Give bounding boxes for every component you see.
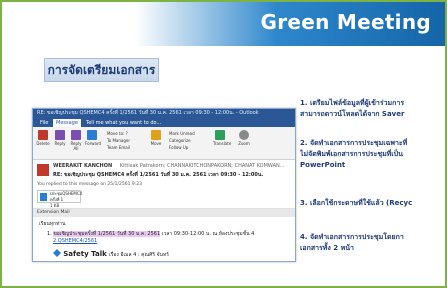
tab-file[interactable]: File [37, 119, 51, 127]
translate-icon [215, 130, 225, 140]
mark-unread-button[interactable]: Mark Unread [169, 131, 195, 136]
attachment[interactable]: ประชุมQSHEMC4 ครั้งที่ 1 1 KB [37, 190, 82, 208]
zoom-button[interactable]: Zoom [237, 130, 251, 146]
avatar [37, 164, 49, 176]
step-4: 4. จัดทำเอกสารการประชุมโดยกา เอกสารทั้ง … [300, 233, 404, 252]
team-email-quickstep[interactable]: Team Email [107, 145, 130, 150]
message-subject: RE: ขอเชิญประชุม QSHEMC4 ครั้งที่ 1/2561… [53, 172, 264, 178]
translate-button[interactable]: Translate [213, 130, 231, 146]
message-sender: WEERAKIT KANCHON Kittisak Patrakorn; CHA… [53, 163, 285, 169]
diamond-icon [53, 249, 61, 259]
slide-header: Green Meeting [2, 2, 445, 46]
delete-icon [38, 130, 48, 140]
forward-icon [87, 130, 97, 140]
reply-all-icon [71, 130, 81, 140]
delete-button[interactable]: Delete [36, 130, 50, 146]
addin-bar: Extension Mail [33, 209, 295, 217]
outlook-title-bar: RE: ขอเชิญประชุม QSHEMC4 ครั้งที่ 1/2561… [33, 109, 295, 118]
tell-me-box[interactable]: Tell me what you want to do... [83, 119, 164, 127]
section-label: การจัดเตรียมเอกสาร [44, 58, 159, 82]
step-3: 3. เลือกใช้กระดาษที่ใช้แล้ว (Recyc [300, 199, 413, 207]
zoom-icon [239, 130, 249, 140]
reply-icon [55, 130, 65, 140]
reply-button[interactable]: Reply [53, 130, 67, 146]
move-icon [151, 130, 161, 140]
move-button[interactable]: Move [149, 130, 163, 146]
reply-all-button[interactable]: Reply All [69, 130, 83, 151]
safety-talk-line: Safety Talk เรื่อง อีเมล 4 : คุณศิริ จัน… [53, 249, 169, 259]
step-2: 2. จัดทำเอกสารการประชุมเฉพาะที่ ไม่จัดพิ… [300, 139, 408, 169]
document-icon [40, 193, 47, 201]
body-line-1: 1. ขอเชิญประชุมครั้งที่ 1/2561 วันที่ 30… [47, 231, 255, 237]
tab-message[interactable]: Message [53, 119, 81, 127]
outlook-screenshot: RE: ขอเชิญประชุม QSHEMC4 ครั้งที่ 1/2561… [32, 108, 296, 262]
message-body: เรียนทุกท่าน 1. ขอเชิญประชุมครั้งที่ 1/2… [33, 217, 295, 261]
slide-title: Green Meeting [260, 10, 431, 34]
outlook-tab-bar: File Message Tell me what you want to do… [33, 118, 295, 127]
follow-up-button[interactable]: Follow Up [169, 145, 188, 150]
to-manager-quickstep[interactable]: To Manager [107, 138, 130, 143]
move-to-quickstep[interactable]: Move to: ? [107, 131, 128, 136]
body-link[interactable]: 2.QSHEMC4/2561 [53, 238, 97, 244]
step-1: 1. เตรียมไฟล์ข้อมูลที่ผู้เข้าร่วมการ สาม… [300, 99, 405, 118]
highlighted-text: ขอเชิญประชุมครั้งที่ 1/2561 วันที่ 30 ม.… [53, 231, 161, 237]
body-greeting: เรียนทุกท่าน [39, 221, 66, 227]
replied-notice: You replied to this message on 25/1/2561… [37, 182, 143, 187]
forward-button[interactable]: Forward [85, 130, 101, 146]
message-header: WEERAKIT KANCHON Kittisak Patrakorn; CHA… [33, 160, 295, 209]
categorize-button[interactable]: Categorize [169, 138, 191, 143]
outlook-ribbon: Delete Reply Reply All Forward Move to: … [33, 127, 295, 160]
slide-frame: Green Meeting การจัดเตรียมเอกสาร RE: ขอเ… [0, 0, 447, 288]
